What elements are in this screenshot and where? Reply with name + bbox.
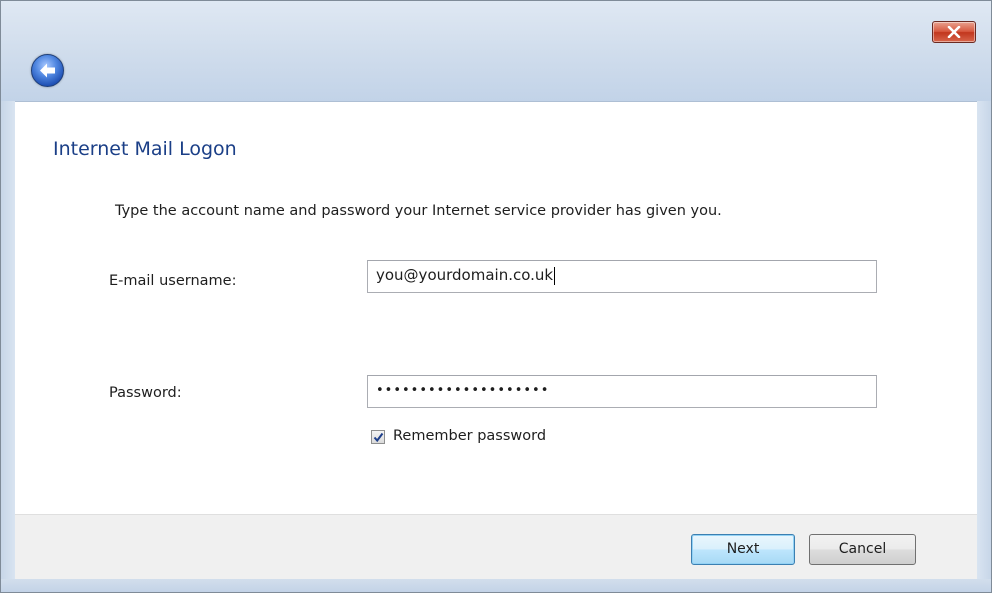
next-button[interactable]: Next <box>691 534 795 565</box>
window-frame-bottom <box>1 579 991 592</box>
password-value: •••••••••••••••••••• <box>376 383 550 398</box>
back-arrow-icon <box>40 63 55 78</box>
internet-mail-logon-dialog: Internet Mail Logon Type the account nam… <box>0 0 992 593</box>
password-label: Password: <box>109 385 182 401</box>
close-button[interactable] <box>932 21 976 43</box>
remember-password-checkbox[interactable] <box>371 430 385 444</box>
dialog-footer: Next Cancel <box>15 514 977 580</box>
dialog-content: Internet Mail Logon Type the account nam… <box>15 102 977 514</box>
checkmark-icon <box>373 432 384 443</box>
close-icon <box>947 26 961 38</box>
back-button[interactable] <box>31 54 64 87</box>
title-bar <box>1 1 991 102</box>
page-title: Internet Mail Logon <box>53 138 237 160</box>
email-username-value: you@yourdomain.co.uk <box>376 266 554 284</box>
instructions-text: Type the account name and password your … <box>115 203 722 219</box>
email-username-label: E-mail username: <box>109 273 237 289</box>
text-caret <box>554 266 556 285</box>
email-username-field[interactable]: you@yourdomain.co.uk <box>367 260 877 293</box>
window-frame-right <box>977 101 991 592</box>
window-frame-left <box>1 101 15 592</box>
remember-password-label[interactable]: Remember password <box>393 428 546 444</box>
cancel-button[interactable]: Cancel <box>809 534 916 565</box>
password-field[interactable]: •••••••••••••••••••• <box>367 375 877 408</box>
